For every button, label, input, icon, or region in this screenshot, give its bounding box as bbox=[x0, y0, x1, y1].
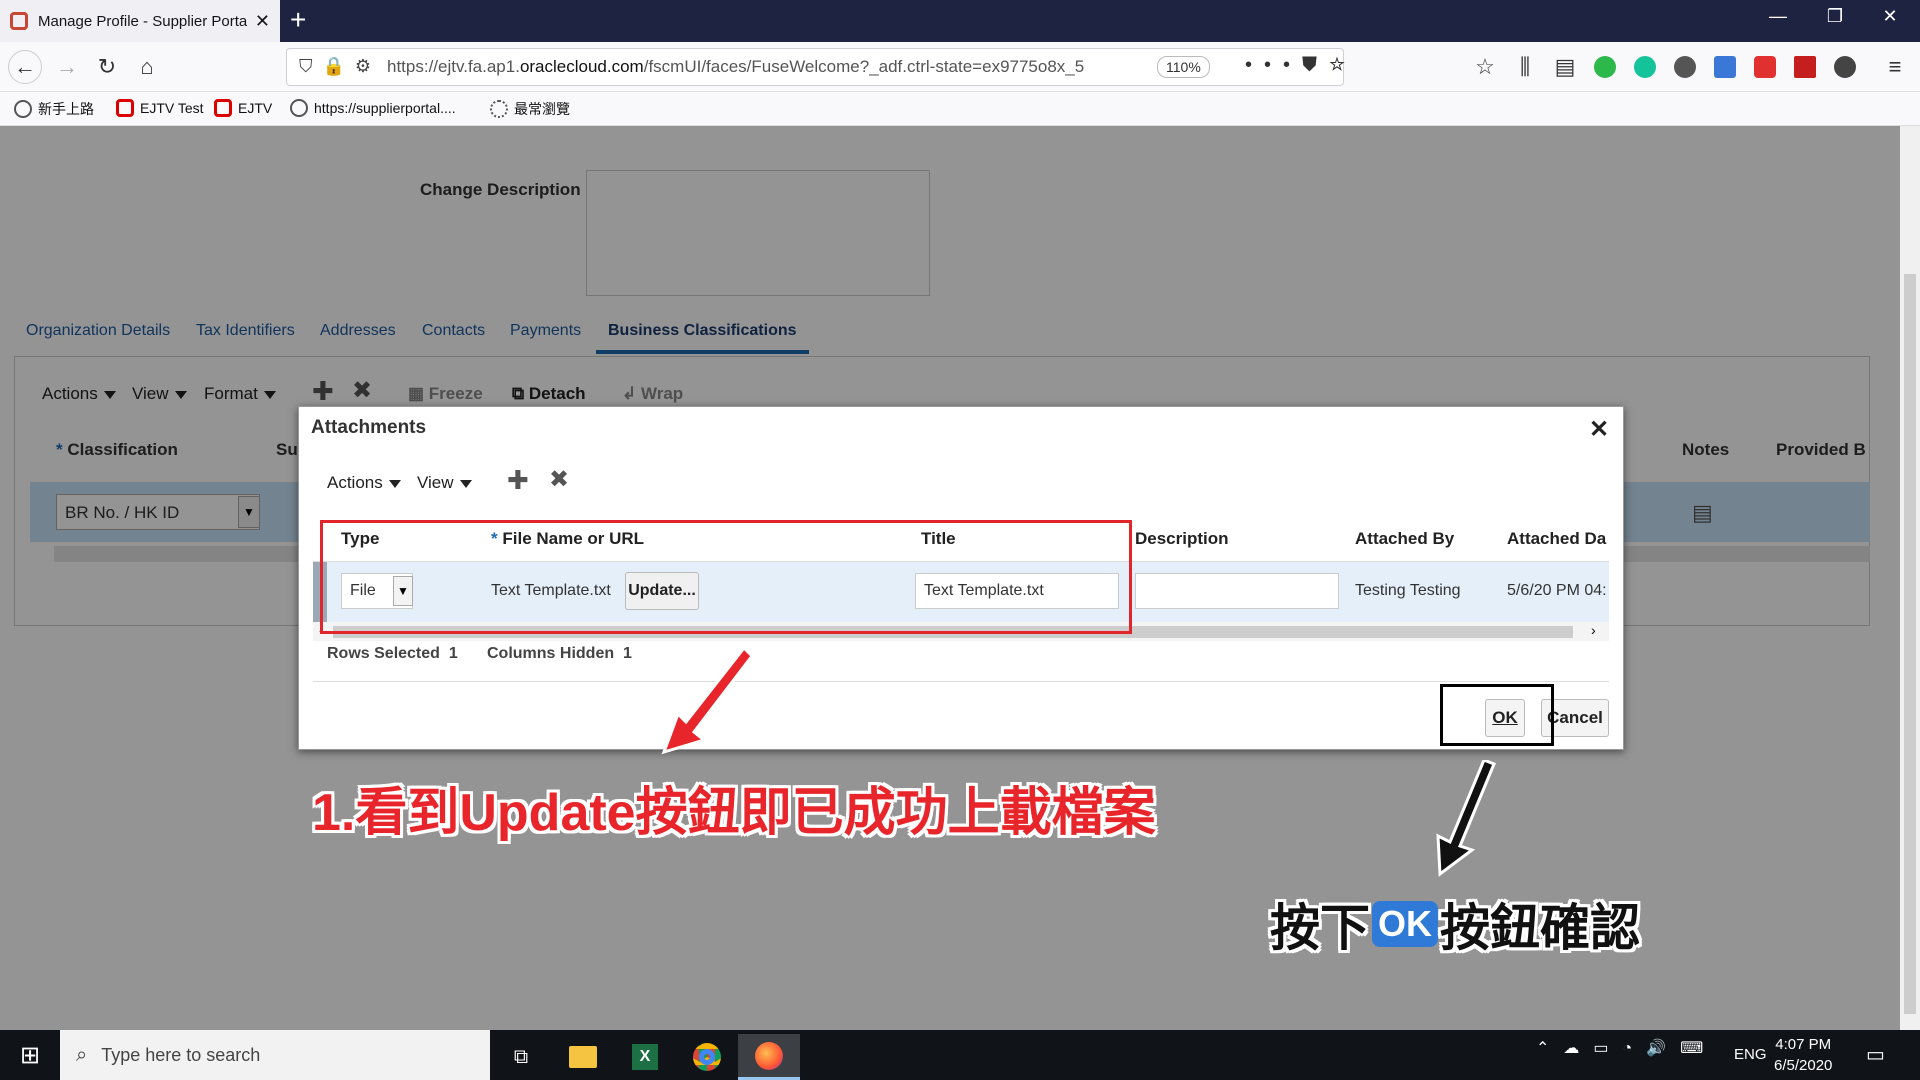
close-tab-icon[interactable]: ✕ bbox=[255, 11, 270, 32]
language-indicator[interactable]: ENG bbox=[1734, 1046, 1767, 1063]
minimize-window-icon[interactable]: — bbox=[1758, 6, 1798, 27]
globe-icon bbox=[14, 100, 32, 118]
bookmark-ext-icon[interactable] bbox=[1714, 56, 1736, 78]
close-window-icon[interactable]: ✕ bbox=[1870, 6, 1910, 27]
delete-attachment-icon[interactable]: ✖ bbox=[549, 465, 569, 494]
chrome-icon[interactable] bbox=[676, 1034, 738, 1080]
dialog-view-menu[interactable]: View bbox=[417, 473, 472, 493]
attached-date-header: Attached Da bbox=[1507, 529, 1607, 548]
sidebar-icon[interactable]: ▤ bbox=[1548, 50, 1582, 84]
windows-taskbar: ⊞ ⌕ Type here to search ⧉ X ⌃☁▭◔🔊⌨ ENG 4… bbox=[0, 1030, 1920, 1080]
scroll-right-icon[interactable]: › bbox=[1591, 622, 1596, 638]
library-icon[interactable]: ⫼ bbox=[1508, 50, 1542, 84]
footer-divider bbox=[313, 681, 1609, 682]
oracle-icon bbox=[214, 99, 232, 117]
highlight-box-black bbox=[1440, 684, 1554, 746]
highlight-box-red bbox=[320, 520, 1132, 634]
attached-by-value: Testing Testing bbox=[1355, 582, 1461, 599]
reload-icon[interactable]: ↻ bbox=[90, 50, 124, 84]
restore-window-icon[interactable]: ❐ bbox=[1815, 6, 1855, 27]
notification-icon[interactable]: ▭ bbox=[1866, 1042, 1885, 1067]
account-icon[interactable] bbox=[1674, 56, 1696, 78]
bookmark-most-visited[interactable]: 最常瀏覽 bbox=[490, 99, 570, 119]
clock[interactable]: 4:07 PM 6/5/2020 bbox=[1774, 1034, 1832, 1076]
tab-title: Manage Profile - Supplier Porta bbox=[38, 12, 247, 30]
taskbar-search-input[interactable]: ⌕ Type here to search bbox=[60, 1030, 490, 1080]
description-header: Description bbox=[1135, 529, 1229, 548]
home-icon[interactable]: ⌂ bbox=[130, 50, 164, 84]
browser-nav-bar: ← → ↻ ⌂ ⛉🔒⚙ https://ejtv.fa.ap1.oraclecl… bbox=[0, 42, 1920, 92]
rows-selected-status: Rows Selected 1 bbox=[327, 645, 458, 662]
scrollbar-thumb[interactable] bbox=[1904, 274, 1916, 1014]
gear-icon bbox=[490, 100, 508, 118]
extension-check-icon[interactable] bbox=[1594, 56, 1616, 78]
browser-tab[interactable]: Manage Profile - Supplier Porta ✕ bbox=[0, 0, 280, 42]
task-view-icon[interactable]: ⧉ bbox=[490, 1034, 552, 1080]
tracking-protection-icon[interactable]: ⛉🔒⚙ bbox=[299, 56, 381, 77]
page-actions-icon[interactable]: •••⛊☆ bbox=[1245, 54, 1357, 77]
grammarly-icon[interactable] bbox=[1634, 56, 1656, 78]
black-arrow-icon bbox=[1436, 760, 1496, 877]
reading-list-icon[interactable]: ☆ bbox=[1468, 50, 1502, 84]
back-icon[interactable]: ← bbox=[8, 50, 42, 84]
firefox-icon[interactable] bbox=[738, 1034, 800, 1080]
page-scrollbar[interactable] bbox=[1900, 126, 1920, 1030]
system-tray-icons[interactable]: ⌃☁▭◔🔊⌨ bbox=[1536, 1038, 1717, 1058]
attached-date-value: 5/6/20 PM 04: bbox=[1507, 582, 1607, 599]
windows-start-icon[interactable]: ⊞ bbox=[0, 1030, 60, 1080]
menu-icon[interactable]: ≡ bbox=[1878, 50, 1912, 84]
bookmark-getting-started[interactable]: 新手上路 bbox=[14, 99, 94, 119]
excel-icon[interactable]: X bbox=[614, 1034, 676, 1080]
url-bar[interactable]: ⛉🔒⚙ https://ejtv.fa.ap1.oraclecloud.com/… bbox=[286, 48, 1345, 86]
bookmarks-bar: 新手上路 EJTV Test EJTV https://supplierport… bbox=[0, 92, 1920, 126]
close-icon[interactable]: ✕ bbox=[1589, 415, 1609, 444]
shield-ext-icon[interactable] bbox=[1754, 56, 1776, 78]
file-explorer-icon[interactable] bbox=[552, 1034, 614, 1080]
dialog-title: Attachments bbox=[311, 417, 427, 438]
browser-tab-bar: Manage Profile - Supplier Porta ✕ + — ❐ … bbox=[0, 0, 1920, 42]
columns-hidden-status: Columns Hidden 1 bbox=[487, 645, 632, 662]
ok-badge-icon: OK bbox=[1372, 901, 1438, 947]
oracle-icon bbox=[116, 99, 134, 117]
zoom-indicator[interactable]: 110% bbox=[1157, 56, 1210, 78]
oracle-favicon-icon bbox=[10, 12, 28, 30]
extensions-icon[interactable] bbox=[1834, 56, 1856, 78]
red-arrow-icon bbox=[661, 648, 754, 755]
forward-icon[interactable]: → bbox=[50, 50, 84, 84]
add-attachment-icon[interactable]: ✚ bbox=[507, 465, 529, 496]
globe-icon bbox=[290, 99, 308, 117]
bookmark-ejtv[interactable]: EJTV bbox=[214, 99, 272, 117]
dialog-actions-menu[interactable]: Actions bbox=[327, 473, 401, 493]
new-tab-icon[interactable]: + bbox=[290, 4, 306, 36]
annotation-step-2: 按下 OK 按鈕確認 bbox=[1270, 900, 1640, 956]
bookmark-ejtv-test[interactable]: EJTV Test bbox=[116, 99, 204, 117]
annotation-step-1: 1.看到Update按鈕即已成功上載檔案 bbox=[312, 784, 1156, 842]
search-icon: ⌕ bbox=[76, 1043, 88, 1066]
description-input[interactable] bbox=[1135, 573, 1339, 609]
url-text: https://ejtv.fa.ap1.oraclecloud.com/fscm… bbox=[387, 57, 1085, 76]
pdf-ext-icon[interactable] bbox=[1794, 56, 1816, 78]
attached-by-header: Attached By bbox=[1355, 529, 1455, 548]
bookmark-supplierportal[interactable]: https://supplierportal.... bbox=[290, 99, 456, 117]
